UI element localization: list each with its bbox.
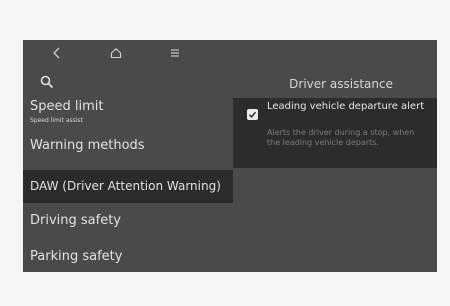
- detail-pane: Driver assistance Leading vehicle depart…: [233, 66, 437, 272]
- search-button[interactable]: [37, 72, 57, 92]
- home-button[interactable]: [106, 43, 126, 63]
- option-title: Leading vehicle departure alert: [267, 101, 425, 112]
- menu-item-label: Parking safety: [30, 249, 123, 264]
- menu-item-label: DAW (Driver Attention Warning): [30, 179, 221, 193]
- menu-icon: [171, 49, 179, 57]
- menu-item-speed-limit[interactable]: Speed limit Speed limit assist: [23, 97, 233, 127]
- option-description: Alerts the driver during a stop, when th…: [267, 128, 415, 147]
- menu-item-warning-methods[interactable]: Warning methods: [23, 128, 233, 164]
- menu-item-label: Driving safety: [30, 213, 121, 228]
- back-arrow-icon: [53, 47, 60, 59]
- menu-item-label: Warning methods: [30, 138, 145, 153]
- settings-menu: Speed limit Speed limit assist Warning m…: [23, 66, 233, 272]
- search-icon: [40, 75, 54, 89]
- menu-item-daw[interactable]: DAW (Driver Attention Warning): [23, 170, 233, 203]
- menu-item-parking-safety[interactable]: Parking safety: [23, 241, 233, 272]
- page-title: Driver assistance: [289, 77, 393, 91]
- infotainment-screen: Speed limit Speed limit assist Warning m…: [23, 40, 437, 272]
- back-button[interactable]: [47, 43, 67, 63]
- top-nav-bar: [23, 40, 437, 66]
- home-icon: [110, 48, 122, 59]
- checkbox[interactable]: [247, 109, 258, 120]
- menu-button[interactable]: [165, 43, 185, 63]
- checkmark-icon: [248, 111, 257, 119]
- menu-item-sublabel: Speed limit assist: [30, 117, 83, 124]
- leading-vehicle-departure-alert-option[interactable]: Leading vehicle departure alert Alerts t…: [233, 98, 437, 168]
- menu-item-driving-safety[interactable]: Driving safety: [23, 205, 233, 239]
- menu-item-label: Speed limit: [30, 99, 104, 114]
